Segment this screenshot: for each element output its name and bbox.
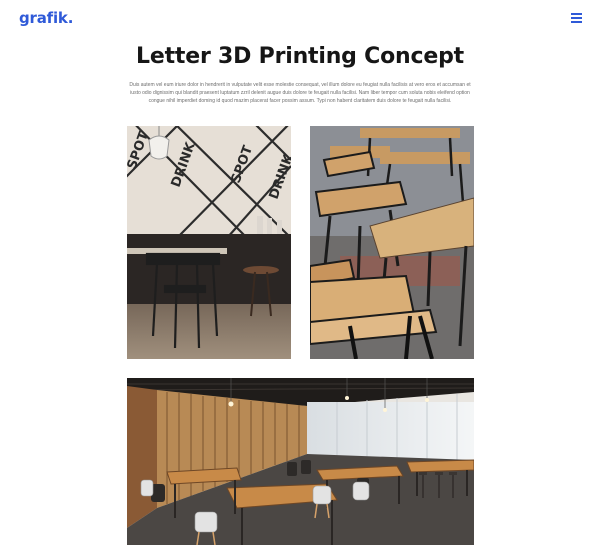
site-logo[interactable]: grafik.: [19, 9, 73, 27]
hamburger-menu-icon[interactable]: [571, 13, 582, 23]
menu-bar: [571, 17, 582, 19]
gallery-image-cafe-wall[interactable]: SPOT DRINK SPOT DRINK: [127, 126, 291, 359]
project-description: Duis autem vel eum iriure dolor in hendr…: [129, 82, 471, 104]
gallery-image-wooden-chairs[interactable]: [310, 126, 474, 359]
gallery-image-restaurant-interior[interactable]: [127, 378, 474, 545]
menu-bar: [571, 13, 582, 15]
site-header: grafik.: [0, 0, 600, 40]
page-title: Letter 3D Printing Concept: [136, 44, 464, 69]
menu-bar: [571, 21, 582, 23]
